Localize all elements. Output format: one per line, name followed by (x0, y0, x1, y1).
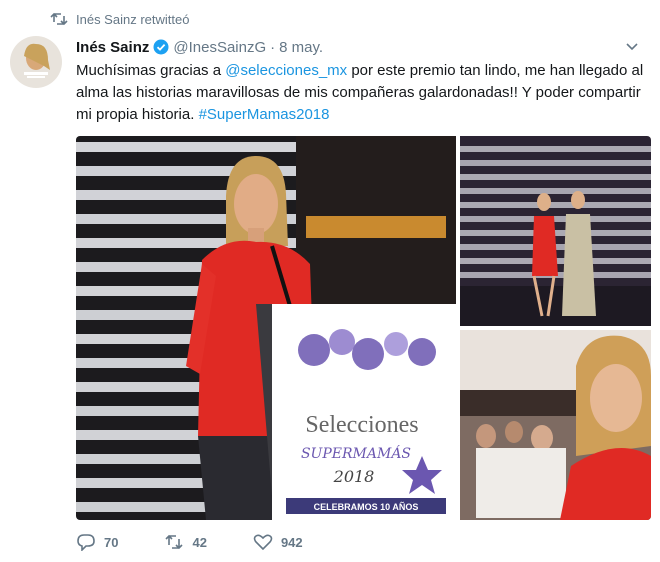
stage-photo[interactable] (460, 136, 651, 326)
media-gallery[interactable]: Selecciones SUPERMAMÁS 2018 CELEBRAMOS 1… (76, 136, 651, 520)
author-name[interactable]: Inés Sainz (76, 39, 149, 56)
podium-banner: CELEBRAMOS 10 AÑOS (314, 502, 419, 512)
retweet-context: Inés Sainz retwitteó (50, 10, 189, 28)
podium-brand: Selecciones (305, 412, 418, 438)
selfie-photo[interactable] (460, 330, 651, 520)
tweet-text-part1: Muchísimas gracias a (76, 62, 226, 79)
podium-year: 2018 (333, 467, 375, 486)
reply-count: 70 (104, 534, 119, 550)
like-icon (253, 533, 273, 551)
tweet-text: Muchísimas gracias a @selecciones_mx por… (76, 60, 646, 126)
reply-button[interactable]: 70 (76, 533, 118, 551)
main-photo[interactable]: Selecciones SUPERMAMÁS 2018 CELEBRAMOS 1… (76, 136, 456, 520)
like-count: 942 (280, 534, 303, 550)
retweet-label[interactable]: Inés Sainz retwitteó (76, 12, 189, 27)
tweet-header: Inés Sainz @InesSainzG · 8 may. (76, 36, 644, 58)
tweet-actions: 70 42 942 (76, 530, 349, 554)
tweet-date[interactable]: 8 may. (279, 39, 323, 56)
retweet-count: 42 (192, 534, 207, 550)
verified-icon (153, 39, 169, 55)
like-button[interactable]: 942 (253, 533, 303, 551)
retweet-icon (164, 533, 184, 551)
avatar[interactable] (10, 36, 62, 88)
separator-dot: · (270, 38, 276, 56)
reply-icon (76, 533, 96, 551)
podium-sub: SUPERMAMÁS (301, 444, 411, 462)
author-handle[interactable]: @InesSainzG (173, 39, 266, 56)
retweet-button[interactable]: 42 (164, 533, 207, 551)
chevron-down-icon[interactable] (624, 38, 640, 54)
hashtag-link[interactable]: #SuperMamas2018 (199, 106, 330, 123)
retweet-icon (50, 12, 68, 26)
mention-link[interactable]: @selecciones_mx (225, 62, 347, 79)
